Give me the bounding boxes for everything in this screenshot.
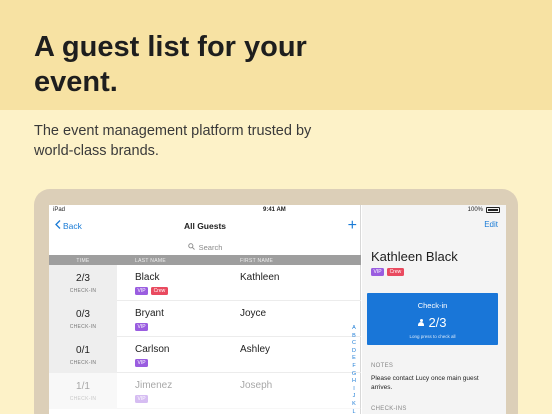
last-name: Black — [135, 272, 160, 283]
crew-badge: Crew — [387, 268, 404, 276]
first-name: Joseph — [240, 380, 273, 391]
index-letter[interactable]: I — [350, 386, 358, 394]
last-name: Carlson — [135, 344, 170, 355]
guest-tags: VIP Crew — [135, 287, 168, 295]
guest-detail-tags: VIP Crew — [371, 268, 404, 276]
index-letter[interactable]: B — [350, 333, 358, 341]
checkin-count: 0/1 — [76, 345, 90, 356]
index-letter[interactable]: D — [350, 348, 358, 356]
first-name: Joyce — [240, 308, 267, 319]
table-row[interactable]: 2/3 CHECK-IN Black Kathleen VIP Crew — [49, 265, 361, 301]
checkin-title: Check-in — [417, 301, 448, 310]
vip-badge: VIP — [135, 359, 149, 367]
vip-badge: VIP — [371, 268, 385, 276]
search-field[interactable]: Search — [49, 239, 361, 255]
notes-text: Please contact Lucy once main guest arri… — [371, 375, 479, 391]
index-letter[interactable]: C — [350, 340, 358, 348]
index-letter[interactable]: A — [350, 325, 358, 333]
battery-percent: 100% — [467, 207, 483, 213]
hero-title: A guest list for your event. — [34, 31, 307, 98]
column-header-first-name[interactable]: FIRST NAME — [240, 258, 273, 264]
first-name: Ashley — [240, 344, 271, 355]
table-row[interactable]: 0/1 CHECK-IN Carlson Ashley VIP — [49, 337, 361, 373]
checkin-hint: Long press to check all — [409, 334, 456, 339]
search-icon — [187, 242, 195, 252]
column-header-time[interactable]: TIME — [49, 258, 117, 264]
checkin-button[interactable]: Check-in 2/3 Long press to check all — [367, 293, 498, 345]
checkin-label: CHECK-IN — [69, 288, 97, 294]
tablet-screen: Back All Guests + Search TIME LAST NAME … — [49, 205, 506, 414]
checkin-count: 0/3 — [76, 309, 90, 320]
checkin-count-cell: 2/3 CHECK-IN — [49, 265, 117, 301]
checkin-label: CHECK-IN — [69, 396, 97, 402]
checkin-count-value: 2/3 — [428, 315, 447, 330]
checkins-heading: CHECK-INS — [371, 406, 407, 412]
page-title: All Guests — [183, 221, 227, 231]
guest-tags: VIP — [135, 395, 149, 403]
tablet-frame: Back All Guests + Search TIME LAST NAME … — [34, 189, 518, 414]
navigation-bar: Back All Guests + — [49, 215, 361, 239]
index-letter[interactable]: L — [350, 409, 358, 414]
index-letter[interactable]: H — [350, 378, 358, 386]
vip-badge: VIP — [135, 323, 149, 331]
guest-tags: VIP — [135, 359, 149, 367]
device-label: iPad — [53, 207, 66, 213]
table-row[interactable]: 0/3 CHECK-IN Bryant Joyce VIP — [49, 301, 361, 337]
crew-badge: Crew — [151, 287, 168, 295]
guest-tags: VIP — [135, 323, 149, 331]
guest-list-pane: Back All Guests + Search TIME LAST NAME … — [49, 205, 361, 414]
index-letter[interactable]: E — [350, 355, 358, 363]
checkin-count-display: 2/3 — [367, 315, 498, 330]
notes-heading: NOTES — [371, 363, 394, 369]
last-name: Bryant — [135, 308, 164, 319]
checkin-count-cell: 0/3 CHECK-IN — [49, 301, 117, 337]
search-placeholder: Search — [198, 242, 223, 252]
edit-button[interactable]: Edit — [484, 220, 498, 229]
battery-status: 100% — [468, 207, 500, 213]
column-header-last-name[interactable]: LAST NAME — [135, 258, 166, 264]
table-header: TIME LAST NAME FIRST NAME — [49, 255, 361, 265]
checkin-count-cell: 1/1 CHECK-IN — [49, 373, 117, 409]
checkin-label: CHECK-IN — [69, 360, 97, 366]
checkin-count-cell: 0/1 CHECK-IN — [49, 337, 117, 373]
guest-name: Kathleen Black — [371, 249, 458, 264]
alphabet-index[interactable]: A B C D E F G H I J K L M N — [350, 325, 358, 414]
hero-subtitle: The event management platform trusted by… — [34, 123, 312, 159]
first-name: Kathleen — [240, 272, 280, 283]
index-letter[interactable]: G — [350, 371, 358, 379]
person-icon — [418, 318, 425, 327]
status-time: 9:41 AM — [263, 207, 286, 213]
checkin-count: 2/3 — [76, 273, 90, 284]
index-letter[interactable]: K — [350, 401, 358, 409]
table-row[interactable]: 1/1 CHECK-IN Jimenez Joseph VIP — [49, 373, 361, 409]
last-name: Jimenez — [135, 380, 173, 391]
add-guest-button[interactable]: + — [348, 216, 357, 236]
vip-badge: VIP — [135, 395, 149, 403]
battery-icon — [486, 207, 500, 213]
vip-badge: VIP — [135, 287, 149, 295]
status-bar: iPad 9:41 AM 100% — [49, 205, 506, 215]
hero-banner: A guest list for your event. — [0, 0, 552, 110]
index-letter[interactable]: F — [350, 363, 358, 371]
checkin-label: CHECK-IN — [69, 324, 97, 330]
guest-table: 2/3 CHECK-IN Black Kathleen VIP Crew 0/3… — [49, 265, 361, 409]
checkin-count: 1/1 — [76, 381, 90, 392]
index-letter[interactable]: J — [350, 393, 358, 401]
guest-detail-pane: Edit Kathleen Black VIP Crew Check-in 2/… — [362, 205, 506, 414]
